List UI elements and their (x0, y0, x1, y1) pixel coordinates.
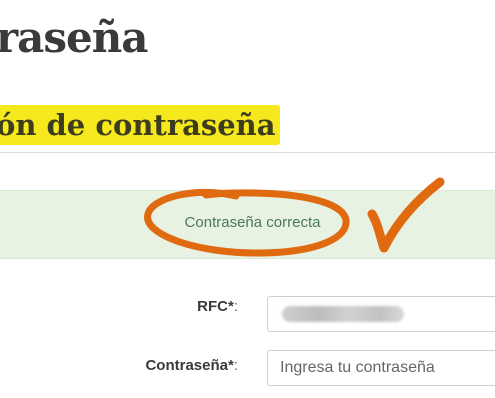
rfc-label: RFC*: (197, 298, 238, 315)
success-alert-message: Contraseña correcta (184, 214, 321, 231)
rfc-label-text: RFC* (197, 298, 234, 315)
section-title-highlight: ón de contraseña (0, 105, 280, 145)
password-input[interactable] (267, 350, 495, 386)
divider (0, 152, 495, 153)
password-label-colon: : (233, 357, 238, 374)
password-label-text: Contraseña* (145, 357, 234, 374)
section-title: ón de contraseña (0, 108, 276, 142)
rfc-label-colon: : (233, 298, 238, 315)
password-label: Contraseña*: (145, 357, 238, 374)
rfc-redacted-value (282, 306, 404, 322)
page: raseña ón de contraseña Contraseña corre… (0, 0, 495, 398)
page-title: raseña (0, 13, 148, 62)
